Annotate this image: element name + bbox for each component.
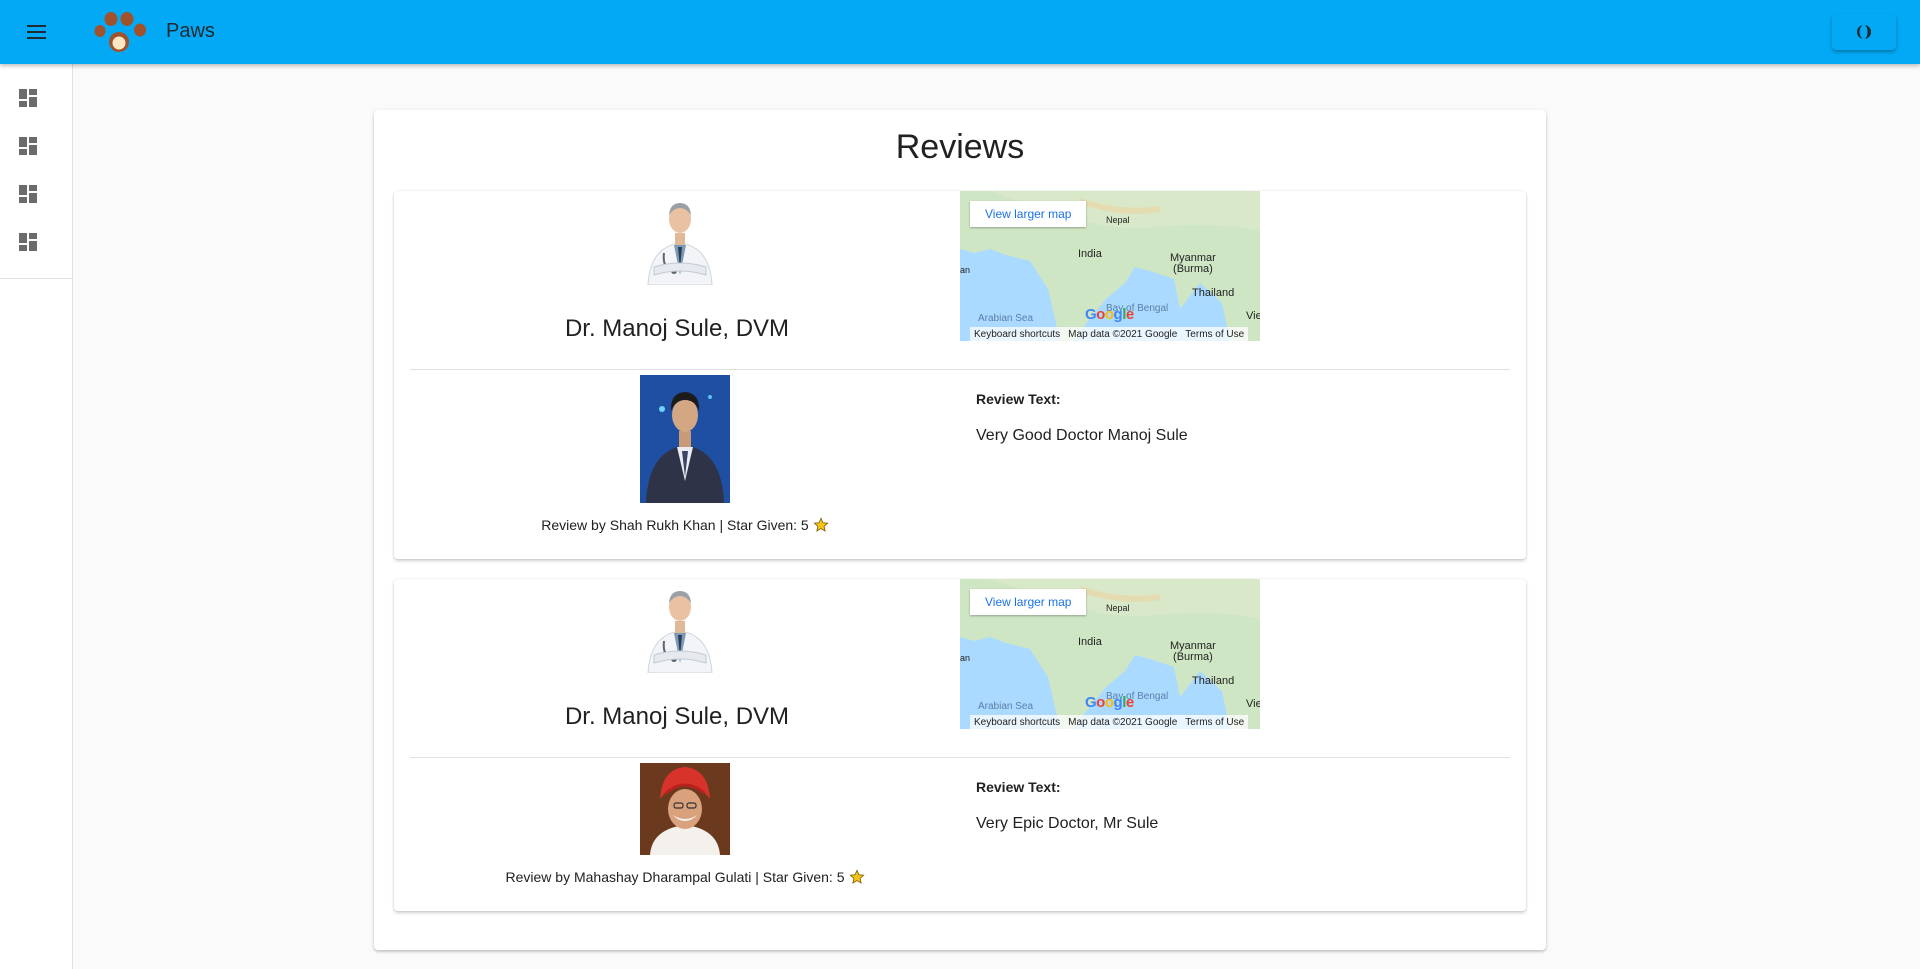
map-label-thailand: Thailand — [1192, 675, 1235, 687]
divider — [410, 369, 1510, 370]
doctor-photo — [640, 583, 720, 673]
map-label-india: India — [1078, 248, 1102, 260]
divider — [410, 757, 1510, 758]
reviewer-photo — [640, 375, 730, 503]
sidebar-nav — [0, 64, 72, 279]
review-by: Review by Shah Rukh Khan | Star Given: 5 — [394, 517, 976, 533]
view-larger-map-link[interactable]: View larger map — [970, 201, 1087, 227]
doctor-name: Dr. Manoj Sule, DVM — [564, 315, 790, 342]
reviewer-photo — [640, 763, 730, 855]
review-by: Review by Mahashay Dharampal Gulati | St… — [394, 869, 976, 885]
review-text-label: Review Text: — [976, 391, 1061, 407]
menu-icon[interactable] — [20, 18, 52, 46]
google-logo: Google — [1085, 694, 1134, 711]
map-label-cut-left: an — [960, 653, 971, 663]
review-by-text: Review by Shah Rukh Khan | Star Given: 5 — [541, 517, 809, 533]
review-text-label: Review Text: — [976, 779, 1061, 795]
map-label-india: India — [1078, 636, 1102, 648]
app-title: Paws — [166, 20, 215, 42]
view-larger-map-link[interactable]: View larger map — [970, 589, 1087, 615]
map-keyboard-shortcuts[interactable]: Keyboard shortcuts — [974, 717, 1060, 728]
map-keyboard-shortcuts[interactable]: Keyboard shortcuts — [974, 329, 1060, 340]
doctor-name: Dr. Manoj Sule, DVM — [564, 703, 790, 730]
doctor-photo — [640, 195, 720, 285]
map-label-cut-right: Viet — [1246, 698, 1260, 710]
map-data-credit: Map data ©2021 Google — [1068, 328, 1178, 340]
dashboard-icon — [19, 89, 37, 107]
map-label-myanmar: Myanmar (Burma) — [1170, 640, 1216, 663]
sidebar-item-1[interactable] — [0, 74, 72, 122]
map-label-nepal: Nepal — [1106, 603, 1130, 613]
review-card: Dr. Manoj Sule, DVM View larger map Nepa… — [394, 579, 1526, 911]
map-data-credit: Map data ©2021 Google — [1068, 716, 1178, 728]
reviews-panel: Reviews Dr. Manoj Sule, DVM View larger … — [374, 110, 1546, 950]
review-card: Dr. Manoj Sule, DVM View larger map Nepa… — [394, 191, 1526, 559]
dashboard-icon — [19, 233, 37, 251]
map-label-cut-left: an — [960, 265, 971, 275]
map-footer: Keyboard shortcuts Map data ©2021 Google… — [970, 715, 1249, 729]
theme-toggle-button[interactable] — [1832, 14, 1896, 50]
map-label-arabian-sea: Arabian Sea — [978, 313, 1034, 324]
map-label-nepal: Nepal — [1106, 215, 1130, 225]
sidebar-item-2[interactable] — [0, 122, 72, 170]
page-title: Reviews — [895, 128, 1025, 166]
review-text: Very Good Doctor Manoj Sule — [976, 427, 1188, 444]
map-terms-link[interactable]: Terms of Use — [1185, 717, 1244, 728]
star-icon — [813, 517, 829, 532]
map-label-myanmar: Myanmar (Burma) — [1170, 252, 1216, 275]
review-by-text: Review by Mahashay Dharampal Gulati | St… — [505, 869, 845, 885]
map-label-thailand: Thailand — [1192, 287, 1235, 299]
half-moon-icon — [1857, 25, 1871, 39]
star-icon — [848, 869, 865, 884]
review-text: Very Epic Doctor, Mr Sule — [976, 815, 1159, 832]
sidebar-item-3[interactable] — [0, 170, 72, 218]
location-map[interactable]: View larger map Nepal India Myanmar (Bur… — [960, 579, 1260, 729]
sidebar — [0, 64, 73, 969]
paw-logo — [94, 12, 146, 52]
map-label-arabian-sea: Arabian Sea — [978, 701, 1034, 712]
map-footer: Keyboard shortcuts Map data ©2021 Google… — [970, 327, 1249, 341]
map-terms-link[interactable]: Terms of Use — [1185, 329, 1244, 340]
google-logo: Google — [1085, 306, 1134, 323]
dashboard-icon — [19, 137, 37, 155]
app-bar: Paws — [0, 0, 1920, 64]
sidebar-item-4[interactable] — [0, 218, 72, 266]
dashboard-icon — [19, 185, 37, 203]
map-label-cut-right: Viet — [1246, 310, 1260, 322]
location-map[interactable]: View larger map Nepal India Myanmar (Bur… — [960, 191, 1260, 341]
